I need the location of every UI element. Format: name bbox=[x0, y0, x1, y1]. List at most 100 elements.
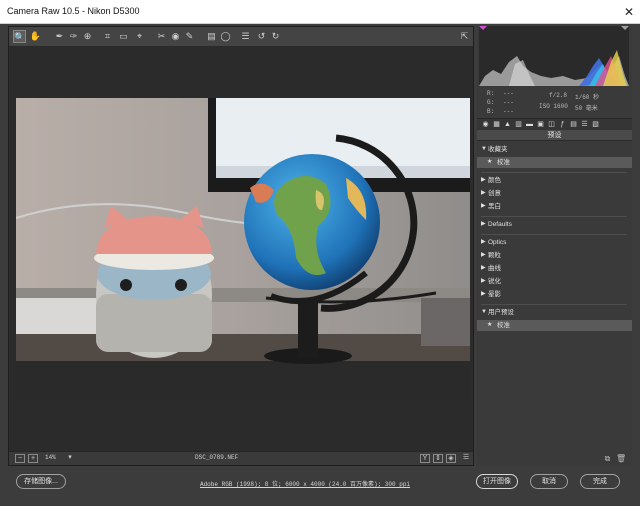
preset-divider bbox=[481, 304, 627, 305]
straighten-tool-icon[interactable]: ▭ bbox=[117, 30, 130, 43]
zoom-tool-icon[interactable]: 🔍 bbox=[13, 30, 26, 43]
preset-group[interactable]: ▼ 收藏夹 bbox=[477, 144, 632, 155]
preset-divider bbox=[481, 216, 627, 217]
view-mode-swap-button[interactable]: ⇕ bbox=[433, 454, 443, 463]
preset-label: 校准 bbox=[497, 322, 510, 329]
adjustment-brush-icon[interactable]: ✎ bbox=[183, 30, 196, 43]
open-image-button[interactable]: 打开图像 bbox=[476, 474, 518, 489]
color-sampler-tool-icon[interactable]: ✑ bbox=[67, 30, 80, 43]
done-button[interactable]: 完成 bbox=[580, 474, 620, 489]
view-settings-icon[interactable]: ☰ bbox=[461, 454, 471, 463]
preset-group[interactable]: ▶ 锐化 bbox=[477, 276, 632, 287]
image-preview-area[interactable] bbox=[9, 47, 473, 451]
photo-illustration bbox=[16, 98, 470, 401]
preset-label: 校准 bbox=[497, 159, 510, 166]
tab-lens-icon[interactable]: ▣ bbox=[536, 120, 545, 129]
preset-group[interactable]: ▼ 用户预设 bbox=[477, 307, 632, 318]
white-balance-tool-icon[interactable]: ✒ bbox=[53, 30, 66, 43]
preset-group[interactable]: ▶ 曲线 bbox=[477, 263, 632, 274]
targeted-adjustment-tool-icon[interactable]: ⊕ bbox=[81, 30, 94, 43]
disclosure-arrow-icon: ▶ bbox=[481, 265, 486, 271]
hand-tool-icon[interactable]: ✋ bbox=[29, 30, 42, 43]
preset-label: Defaults bbox=[488, 221, 512, 228]
focal-length-value: 50 毫米 bbox=[575, 105, 598, 112]
preset-divider bbox=[481, 234, 627, 235]
title-bar: Camera Raw 10.5 - Nikon D5300 ✕ bbox=[0, 0, 640, 24]
tab-detail-icon[interactable]: ▲ bbox=[503, 120, 512, 129]
crop-tool-icon[interactable]: ⌗ bbox=[101, 30, 114, 43]
preset-label: 用户预设 bbox=[488, 309, 514, 316]
zoom-dropdown-icon[interactable]: ▾ bbox=[65, 454, 75, 463]
aperture-value: f/2.8 bbox=[549, 92, 568, 99]
shutter-value: 1/60 秒 bbox=[575, 94, 600, 101]
photo-preview[interactable] bbox=[16, 98, 470, 401]
preset-label: Optics bbox=[488, 239, 507, 246]
preferences-icon[interactable]: ☰ bbox=[239, 30, 252, 43]
preset-group[interactable]: ▶ 创意 bbox=[477, 188, 632, 199]
zoom-out-button[interactable]: − bbox=[15, 454, 25, 463]
rotate-left-icon[interactable]: ↺ bbox=[255, 30, 268, 43]
preset-label: 颜色 bbox=[488, 177, 501, 184]
tab-tone-curve-icon[interactable]: ▦ bbox=[492, 120, 501, 129]
spot-removal-tool-icon[interactable]: ✂ bbox=[155, 30, 168, 43]
tab-calibration-icon[interactable]: ▤ bbox=[569, 120, 578, 129]
disclosure-arrow-icon: ▶ bbox=[481, 239, 486, 245]
tool-bar: ⇱ 🔍 ✋ ✒ ✑ ⊕ ⌗ ▭ ⌖ ✂ ◉ ✎ ▤ ◯ ☰ ↺ ↻ bbox=[9, 27, 473, 47]
save-image-button[interactable]: 存储图像... bbox=[16, 474, 66, 489]
preset-label: 晕影 bbox=[488, 291, 501, 298]
transform-tool-icon[interactable]: ⌖ bbox=[133, 30, 146, 43]
preset-label: 创意 bbox=[488, 190, 501, 197]
preset-item[interactable]: ★ 校准 bbox=[477, 157, 632, 168]
disclosure-arrow-icon: ▶ bbox=[481, 291, 486, 297]
preset-group[interactable]: ▶ 黑白 bbox=[477, 201, 632, 212]
delete-preset-icon[interactable]: 🗑 bbox=[616, 454, 626, 463]
fullscreen-toggle-icon[interactable]: ⇱ bbox=[458, 30, 471, 43]
radial-filter-icon[interactable]: ◯ bbox=[219, 30, 232, 43]
preset-label: 曲线 bbox=[488, 265, 501, 272]
preset-group[interactable]: ▶ Defaults bbox=[477, 219, 632, 230]
tab-snapshots-icon[interactable]: ▧ bbox=[591, 120, 600, 129]
preset-group[interactable]: ▶ 晕影 bbox=[477, 289, 632, 300]
tab-split-toning-icon[interactable]: ▬ bbox=[525, 120, 534, 129]
tab-effects-icon[interactable]: ƒ bbox=[558, 120, 567, 129]
preview-status-bar: − + 14% ▾ DSC_0789.NEF Y ⇕ ◈ ☰ bbox=[9, 451, 473, 465]
view-mode-compare-button[interactable]: ◈ bbox=[446, 454, 456, 463]
tab-transform-icon[interactable]: ◫ bbox=[547, 120, 556, 129]
preset-group[interactable]: ▶ Optics bbox=[477, 237, 632, 248]
zoom-level[interactable]: 14% bbox=[45, 454, 56, 461]
preset-label: 收藏夹 bbox=[488, 146, 508, 153]
histogram bbox=[479, 26, 629, 86]
preset-label: 锐化 bbox=[488, 278, 501, 285]
camera-info: R: --- G: --- B: --- f/2.8 1/60 秒 ISO 16… bbox=[487, 90, 600, 115]
cancel-button[interactable]: 取消 bbox=[530, 474, 568, 489]
window-title: Camera Raw 10.5 - Nikon D5300 bbox=[7, 6, 140, 16]
disclosure-arrow-icon: ▶ bbox=[481, 203, 486, 209]
iso-value: ISO 1600 bbox=[539, 103, 568, 110]
star-icon: ★ bbox=[487, 322, 493, 328]
panel-tabs: ◉ ▦ ▲ ▥ ▬ ▣ ◫ ƒ ▤ ☰ ▧ bbox=[477, 118, 632, 130]
disclosure-arrow-icon: ▼ bbox=[481, 309, 487, 315]
rotate-right-icon[interactable]: ↻ bbox=[269, 30, 282, 43]
tab-presets-icon[interactable]: ☰ bbox=[580, 120, 589, 129]
zoom-in-button[interactable]: + bbox=[28, 454, 38, 463]
disclosure-arrow-icon: ▶ bbox=[481, 278, 486, 284]
file-name: DSC_0789.NEF bbox=[195, 454, 239, 461]
disclosure-arrow-icon: ▶ bbox=[481, 177, 486, 183]
tab-hsl-icon[interactable]: ▥ bbox=[514, 120, 523, 129]
close-window-icon[interactable]: ✕ bbox=[622, 5, 636, 19]
disclosure-arrow-icon: ▶ bbox=[481, 221, 486, 227]
dialog-footer: 存储图像... Adobe RGB (1998); 8 位; 6000 x 40… bbox=[0, 467, 640, 506]
panel-footer: ⧉ 🗑 bbox=[477, 452, 632, 466]
image-workspace: ⇱ 🔍 ✋ ✒ ✑ ⊕ ⌗ ▭ ⌖ ✂ ◉ ✎ ▤ ◯ ☰ ↺ ↻ − + 14… bbox=[8, 26, 474, 466]
histogram-graph bbox=[479, 26, 629, 86]
tab-basic-icon[interactable]: ◉ bbox=[481, 120, 490, 129]
workflow-options-link[interactable]: Adobe RGB (1998); 8 位; 6000 x 4000 (24.0… bbox=[190, 479, 420, 488]
new-preset-icon[interactable]: ⧉ bbox=[603, 454, 612, 463]
graduated-filter-icon[interactable]: ▤ bbox=[205, 30, 218, 43]
preset-group[interactable]: ▶ 颗粒 bbox=[477, 250, 632, 261]
preset-item[interactable]: ★ 校准 bbox=[477, 320, 632, 331]
view-mode-y-button[interactable]: Y bbox=[420, 454, 430, 463]
red-eye-tool-icon[interactable]: ◉ bbox=[169, 30, 182, 43]
panel-section-title: 预设 bbox=[477, 130, 632, 141]
preset-group[interactable]: ▶ 颜色 bbox=[477, 175, 632, 186]
